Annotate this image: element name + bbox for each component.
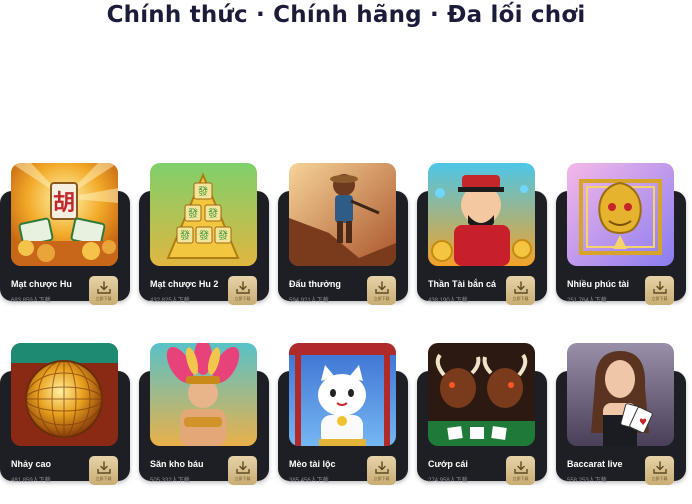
baccarat-dealer-icon[interactable]: ♥ — [567, 343, 674, 446]
download-icon — [513, 280, 528, 294]
download-label: 立即下载 — [234, 475, 251, 481]
svg-text:發: 發 — [218, 229, 228, 242]
download-button[interactable]: 立即下载 — [645, 456, 674, 485]
game-card[interactable]: Mèo tài lộc 385,456人下载 立即下载 — [278, 343, 408, 485]
game-card[interactable]: Săn kho báu 505,332人下载 立即下载 — [139, 343, 269, 485]
svg-text:♥: ♥ — [639, 418, 647, 428]
download-button[interactable]: 立即下载 — [506, 276, 535, 305]
download-count: 385,456人下载 — [289, 478, 329, 484]
golden-dragon-icon[interactable] — [567, 163, 674, 266]
download-count: 432,825人下载 — [150, 298, 190, 304]
download-icon — [235, 280, 250, 294]
bull-fight-icon[interactable] — [428, 343, 535, 446]
game-name: Baccarat live — [567, 459, 623, 469]
download-count: 438,190人下载 — [428, 298, 468, 304]
download-label: 立即下载 — [95, 475, 112, 481]
game-name: Mạt chược Hu 2 — [150, 279, 219, 289]
download-count: 683,859人下载 — [11, 298, 51, 304]
game-card[interactable]: 發發發發發發 Mạt chược Hu 2 432,825人下载 立即下载 — [139, 163, 269, 305]
game-name: Mạt chược Hu — [11, 279, 72, 289]
download-label: 立即下载 — [651, 475, 668, 481]
download-button[interactable]: 立即下载 — [228, 456, 257, 485]
download-button[interactable]: 立即下载 — [367, 276, 396, 305]
game-card[interactable]: 胡 Mạt chược Hu 683,859人下载 立即下载 — [0, 163, 130, 305]
treasure-hunter-icon[interactable] — [289, 163, 396, 266]
svg-text:發: 發 — [188, 207, 198, 220]
download-label: 立即下载 — [512, 475, 529, 481]
game-name: Mèo tài lộc — [289, 459, 336, 469]
download-button[interactable]: 立即下载 — [506, 456, 535, 485]
game-card[interactable]: Cướp cái 274,958人下载 立即下载 — [417, 343, 547, 485]
download-count: 274,958人下载 — [428, 478, 468, 484]
download-label: 立即下载 — [234, 295, 251, 301]
lucky-cat-icon[interactable] — [289, 343, 396, 446]
download-button[interactable]: 立即下载 — [228, 276, 257, 305]
download-count: 505,332人下载 — [150, 478, 190, 484]
download-icon — [96, 280, 111, 294]
download-label: 立即下载 — [373, 295, 390, 301]
download-icon — [374, 460, 389, 474]
game-name: Cướp cái — [428, 459, 468, 469]
game-name: Nhảy cao — [11, 459, 52, 469]
download-count: 481,859人下载 — [11, 478, 51, 484]
svg-text:發: 發 — [198, 185, 208, 198]
game-name: Nhiều phúc tài — [567, 279, 630, 289]
download-icon — [374, 280, 389, 294]
game-name: Đấu thưởng — [289, 279, 341, 289]
download-icon — [235, 460, 250, 474]
golden-disco-ball-icon[interactable] — [11, 343, 118, 446]
download-count: 594,921人下载 — [289, 298, 329, 304]
treasure-queen-icon[interactable] — [150, 343, 257, 446]
game-card[interactable]: Nhảy cao 481,859人下载 立即下载 — [0, 343, 130, 485]
download-label: 立即下载 — [651, 295, 668, 301]
mahjong-ways-icon[interactable]: 胡 — [11, 163, 118, 266]
game-card[interactable]: Thần Tài bắn cá 438,190人下载 立即下载 — [417, 163, 547, 305]
download-button[interactable]: 立即下载 — [367, 456, 396, 485]
game-card[interactable]: Đấu thưởng 594,921人下载 立即下载 — [278, 163, 408, 305]
download-label: 立即下载 — [95, 295, 112, 301]
download-icon — [652, 460, 667, 474]
game-name: Thần Tài bắn cá — [428, 279, 497, 289]
download-icon — [96, 460, 111, 474]
mahjong-ways-2-icon[interactable]: 發發發發發發 — [150, 163, 257, 266]
game-card[interactable]: Nhiều phúc tài 251,764人下载 立即下载 — [556, 163, 686, 305]
download-button[interactable]: 立即下载 — [89, 456, 118, 485]
svg-text:發: 發 — [199, 229, 209, 242]
game-name: Săn kho báu — [150, 459, 204, 469]
game-grid: 胡 Mạt chược Hu 683,859人下载 立即下载 發發發發發發 Mạ… — [0, 0, 692, 504]
game-card[interactable]: ♥ Baccarat live 558,253人下载 立即下载 — [556, 343, 686, 485]
svg-text:發: 發 — [180, 229, 190, 242]
download-count: 558,253人下载 — [567, 478, 607, 484]
download-button[interactable]: 立即下载 — [645, 276, 674, 305]
download-button[interactable]: 立即下载 — [89, 276, 118, 305]
download-label: 立即下载 — [512, 295, 529, 301]
download-label: 立即下载 — [373, 475, 390, 481]
fortune-god-fishing-icon[interactable] — [428, 163, 535, 266]
download-count: 251,764人下载 — [567, 298, 607, 304]
svg-text:發: 發 — [208, 207, 218, 220]
svg-text:胡: 胡 — [53, 190, 75, 216]
download-icon — [652, 280, 667, 294]
download-icon — [513, 460, 528, 474]
